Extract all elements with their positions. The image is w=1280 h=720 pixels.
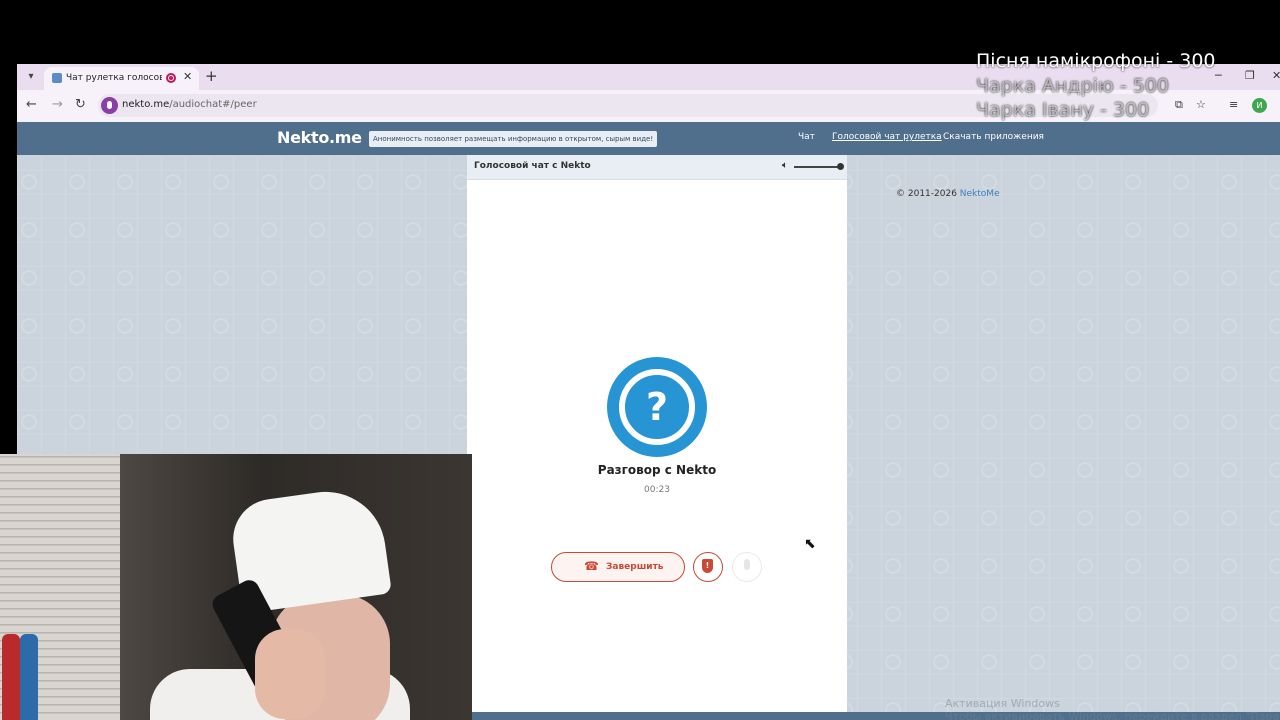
chat-title: Голосовой чат с Nekto: [474, 161, 591, 171]
peer-avatar: ?: [607, 357, 707, 457]
end-call-button[interactable]: ☎ Завершить: [551, 552, 685, 582]
url-path: /audiochat#/peer: [169, 99, 257, 110]
question-mark-icon: ?: [619, 369, 695, 445]
site-logo[interactable]: Nekto.me: [277, 128, 362, 147]
microphone-icon: [744, 559, 750, 570]
voice-chat-panel: Голосовой чат с Nekto 🔈︎ ? Разговор с Ne…: [467, 155, 847, 720]
stream-overlay-line-2: Чарка Андрію - 500: [976, 75, 1169, 97]
webcam-overlay: [0, 454, 472, 720]
webcam-bottle-blue: [20, 634, 38, 720]
webcam-hand: [255, 629, 325, 719]
site-header: Nekto.me Анонимность позволяет размещать…: [17, 122, 1280, 155]
maximize-icon[interactable]: ❐: [1245, 69, 1255, 82]
tab-close-icon[interactable]: ✕: [183, 70, 192, 83]
bookmark-star-icon[interactable]: ☆: [1196, 98, 1206, 111]
tab-search-chevron-icon[interactable]: ▾: [23, 69, 39, 85]
stream-overlay-line-1: Пісня намікрофоні - 300: [976, 50, 1216, 72]
nav-link-download-apps[interactable]: Скачать приложения: [943, 132, 1044, 142]
chat-header: Голосовой чат с Nekto 🔈︎: [467, 155, 847, 180]
mute-microphone-button[interactable]: [732, 552, 762, 582]
stream-overlay-line-3: Чарка Івану - 300: [976, 99, 1150, 121]
window-close-icon[interactable]: ✕: [1272, 69, 1280, 82]
microphone-site-icon[interactable]: [101, 97, 118, 114]
volume-slider[interactable]: [794, 166, 842, 168]
tab-active[interactable]: Чат рулетка голосовая — ✕: [44, 67, 199, 90]
nav-link-voice-roulette[interactable]: Голосовой чат рулетка: [832, 132, 942, 142]
speaker-volume-icon[interactable]: 🔈︎: [782, 160, 788, 171]
url-text[interactable]: nekto.me/audiochat#/peer: [122, 98, 257, 112]
reload-icon[interactable]: ↻: [75, 97, 86, 112]
install-app-icon[interactable]: ⧉: [1175, 98, 1183, 112]
copyright-text: © 2011-2026 NektoMe: [896, 189, 1000, 199]
windows-activation-title: Активация Windows: [945, 697, 1060, 710]
nav-link-chat[interactable]: Чат: [798, 132, 815, 142]
conversation-title: Разговор с Nekto: [597, 463, 717, 477]
new-tab-button[interactable]: +: [205, 67, 218, 85]
call-timer: 00:23: [644, 485, 670, 495]
webcam-bottle-red: [2, 634, 20, 720]
media-queue-icon[interactable]: ≡: [1229, 98, 1238, 111]
shield-alert-icon: !: [702, 559, 713, 573]
end-call-label: Завершить: [606, 562, 664, 572]
forward-arrow-icon[interactable]: →: [52, 97, 63, 112]
tab-title: Чат рулетка голосовая —: [66, 73, 162, 83]
volume-slider-handle[interactable]: [837, 163, 844, 170]
copyright-brand-link[interactable]: NektoMe: [960, 189, 1000, 199]
report-button[interactable]: !: [693, 552, 723, 582]
recording-icon: [166, 73, 176, 83]
back-arrow-icon[interactable]: ←: [26, 97, 37, 112]
hangup-phone-icon: ☎: [584, 559, 599, 573]
favicon-icon: [52, 73, 62, 83]
windows-activation-text: Чтобы активировать Windows, перейдите в …: [945, 710, 1280, 720]
mouse-cursor-icon: ⬉: [804, 536, 816, 552]
screen: ▾ Чат рулетка голосовая — ✕ + ─ ❐ ✕ ← → …: [0, 0, 1280, 720]
url-host: nekto.me: [122, 99, 170, 110]
profile-avatar[interactable]: И: [1252, 98, 1267, 113]
site-tagline: Анонимность позволяет размещать информац…: [369, 131, 658, 147]
copyright-prefix: © 2011-2026: [896, 189, 960, 199]
